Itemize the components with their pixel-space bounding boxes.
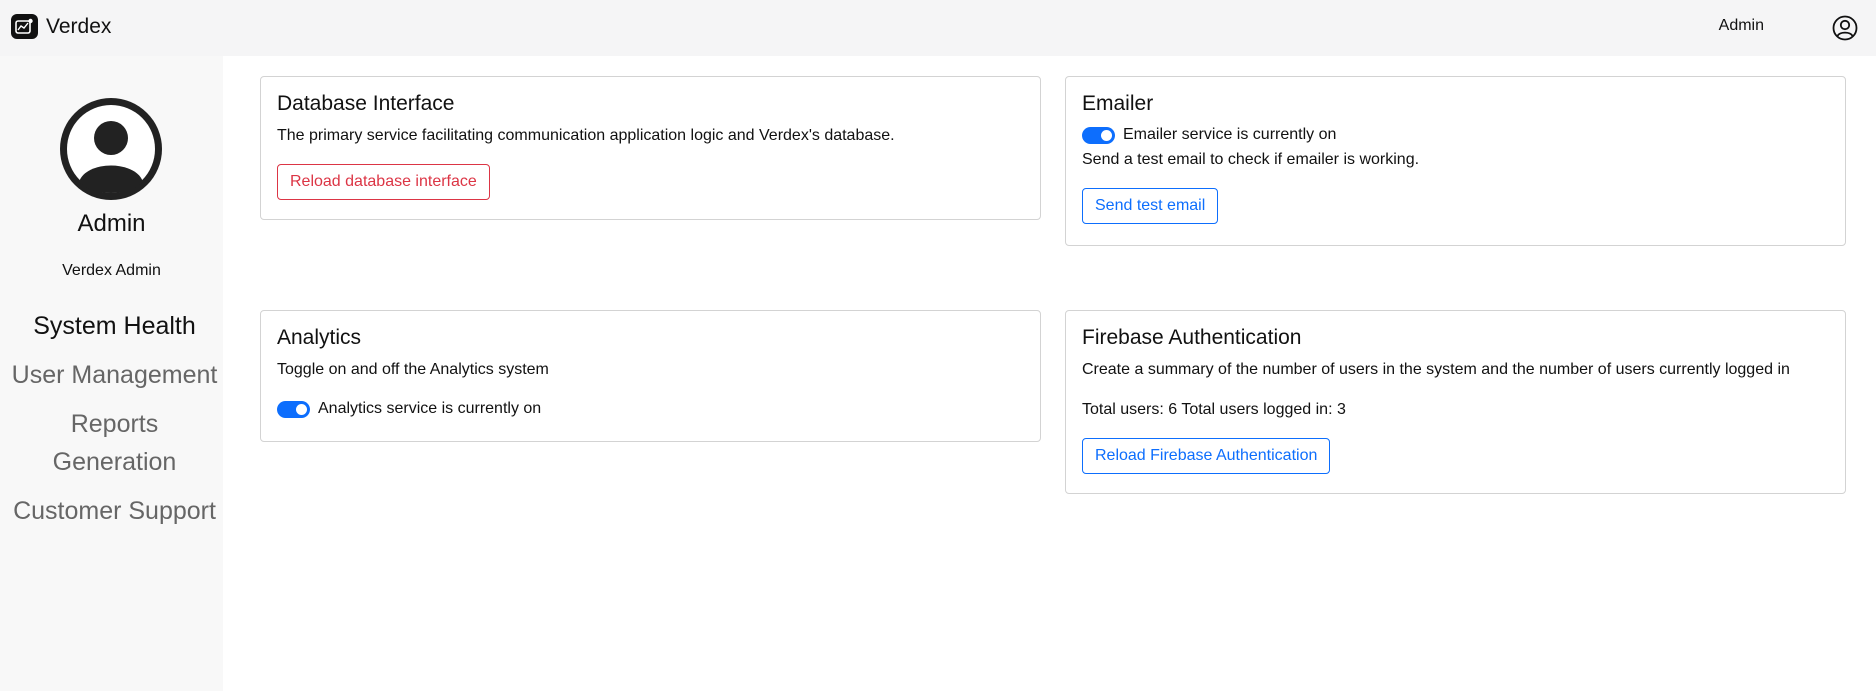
profile-avatar-icon [60,98,162,200]
profile-role: Verdex Admin [62,262,161,279]
analytics-card: Analytics Toggle on and off the Analytic… [260,310,1041,442]
sidebar-item-customer-support[interactable]: Customer Support [0,492,229,530]
firebase-auth-card: Firebase Authentication Create a summary… [1065,310,1846,494]
sidebar-item-reports-generation[interactable]: Reports Generation [0,405,229,481]
reload-database-button[interactable]: Reload database interface [277,164,490,200]
sidebar-item-user-management[interactable]: User Management [0,356,229,394]
sidebar-item-system-health[interactable]: System Health [0,307,229,345]
brand[interactable]: Verdex [11,14,111,39]
emailer-toggle-row: Emailer service is currently on [1082,126,1829,144]
card-description: Create a summary of the number of users … [1082,361,1790,378]
card-title: Firebase Authentication [1082,326,1302,349]
card-description: Send a test email to check if emailer is… [1082,151,1420,168]
database-interface-card: Database Interface The primary service f… [260,76,1041,220]
sidebar: Admin Verdex Admin System Health User Ma… [0,56,223,691]
reload-firebase-button[interactable]: Reload Firebase Authentication [1082,438,1331,474]
header-user-label[interactable]: Admin [1719,17,1764,35]
nav-label-line: Generation [52,448,177,476]
verdex-logo-icon [11,14,38,39]
firebase-user-stats: Total users: 6 Total users logged in: 3 [1082,401,1346,418]
user-account-icon[interactable] [1832,15,1858,41]
toggle-knob [1101,129,1112,141]
emailer-toggle-label: Emailer service is currently on [1123,126,1337,143]
send-test-email-button[interactable]: Send test email [1082,188,1219,224]
card-title: Analytics [277,326,362,349]
analytics-toggle-row: Analytics service is currently on [277,400,1024,418]
profile-name: Admin [77,210,146,237]
analytics-toggle-label: Analytics service is currently on [318,400,542,417]
toggle-knob [296,403,307,415]
analytics-toggle[interactable] [277,400,310,418]
card-title: Database Interface [277,92,455,115]
card-description: Toggle on and off the Analytics system [277,361,549,378]
top-navbar: Verdex Admin [0,0,1876,56]
emailer-toggle[interactable] [1082,126,1115,144]
nav-label-line: Reports [70,410,159,438]
card-title: Emailer [1082,92,1154,115]
card-description: The primary service facilitating communi… [277,127,895,144]
emailer-card: Emailer Emailer service is currently on … [1065,76,1846,246]
brand-name: Verdex [46,14,112,38]
